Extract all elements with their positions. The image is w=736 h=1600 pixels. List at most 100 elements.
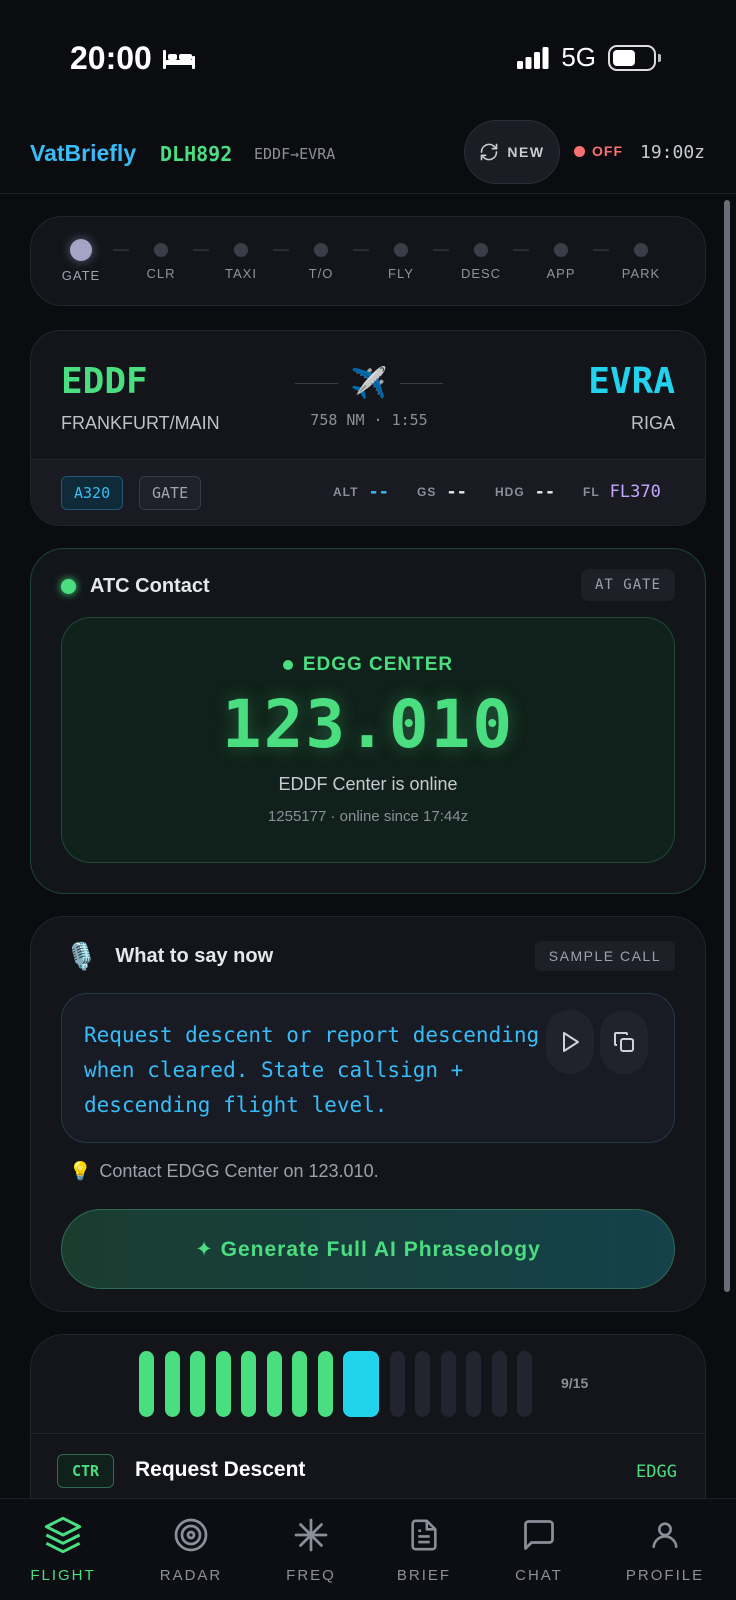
bed-icon	[162, 49, 195, 69]
frequency-box[interactable]: EDGG CENTER 123.010 EDDF Center is onlin…	[61, 617, 675, 863]
tip-label: Contact EDGG Center on 123.010.	[99, 1161, 379, 1181]
phase-park[interactable]: PARK	[601, 237, 681, 281]
tab-radar[interactable]: RADAR	[130, 1515, 252, 1584]
phase-dot	[474, 243, 488, 257]
gs-label: GS	[417, 485, 437, 499]
departure-code: EDDF	[61, 361, 148, 402]
status-dot	[574, 145, 585, 157]
battery-icon	[608, 44, 661, 71]
gs-stat: GS --	[417, 482, 467, 502]
progress-step-bar	[139, 1351, 154, 1417]
phase-taxi[interactable]: TAXI	[201, 237, 281, 281]
arrival-code: EVRA	[588, 361, 675, 402]
radar-icon	[174, 1518, 208, 1552]
progress-step-bar	[517, 1351, 532, 1417]
say-header: 🎙️ What to say now	[65, 941, 273, 972]
lightbulb-icon: 💡	[69, 1161, 92, 1181]
scrollbar[interactable]	[724, 200, 730, 1292]
online-dot	[61, 579, 76, 594]
phraseology-text: Request descent or report descending whe…	[84, 1023, 540, 1117]
phase-label: FLY	[388, 266, 414, 281]
zulu-time: 19:00z	[640, 142, 706, 163]
phase-label: PARK	[621, 266, 661, 281]
sample-call-badge: SAMPLE CALL	[534, 941, 675, 971]
phase-clr[interactable]: CLR	[121, 237, 201, 281]
tip-text: 💡 Contact EDGG Center on 123.010.	[69, 1161, 379, 1182]
play-button[interactable]	[546, 1010, 594, 1074]
phase-gate[interactable]: GATE	[41, 237, 121, 283]
progress-step-bar	[491, 1351, 507, 1417]
progress-step-bar	[292, 1351, 307, 1417]
phase-label: CLR	[146, 266, 176, 281]
chat-icon	[524, 1520, 554, 1550]
fl-label: FL	[583, 485, 600, 499]
phase-label: TAXI	[225, 266, 257, 281]
route-label: EDDF→EVRA	[254, 145, 336, 163]
step-title: Request Descent	[135, 1458, 306, 1481]
progress-bars	[139, 1351, 532, 1417]
status-indicators: 5G	[517, 42, 661, 73]
progress-counter: 9/15	[561, 1375, 589, 1391]
route-line: ✈️	[295, 367, 443, 400]
station-since-text: 1255177 · online since 17:44z	[267, 808, 469, 825]
tab-label: FLIGHT	[30, 1567, 96, 1584]
progress-step-bar	[215, 1351, 231, 1417]
signal-icon	[517, 46, 549, 69]
layers-icon	[44, 1516, 82, 1554]
station-name: EDGG CENTER	[62, 654, 674, 676]
flight-phase-tracker: GATE CLR TAXI T/O FLY DESC APP PARK	[30, 216, 706, 306]
tab-label: PROFILE	[625, 1567, 705, 1584]
route-card-stats: A320 GATE ALT -- GS -- HDG -- FL FL370	[31, 459, 705, 525]
fl-value: FL370	[609, 482, 661, 502]
status-label: OFF	[592, 143, 623, 159]
gs-value: --	[446, 482, 467, 502]
route-card: EDDF FRANKFURT/MAIN ✈️ 758 NM · 1:55 EVR…	[30, 330, 706, 526]
tab-freq[interactable]: FREQ	[250, 1515, 372, 1584]
app-brand[interactable]: VatBriefly	[30, 140, 136, 167]
facility-type-badge: CTR	[57, 1454, 115, 1488]
say-title: What to say now	[115, 945, 274, 967]
hdg-value: --	[534, 482, 556, 502]
connection-status[interactable]: OFF	[574, 143, 623, 159]
document-icon	[411, 1519, 437, 1551]
phase-fly[interactable]: FLY	[361, 237, 441, 281]
refresh-icon	[481, 143, 498, 161]
status-time: 20:00	[70, 40, 196, 77]
phase-to[interactable]: T/O	[281, 237, 361, 281]
atc-phase-badge: AT GATE	[580, 569, 675, 601]
new-flight-button[interactable]: NEW	[464, 120, 560, 184]
phase-label: T/O	[308, 266, 334, 281]
step-facility: EDGG	[636, 1462, 677, 1482]
progress-step-bar	[164, 1351, 180, 1417]
alt-value: --	[368, 482, 389, 502]
status-bar: 20:00 5G	[0, 0, 736, 110]
frequency-value[interactable]: 123.010	[62, 686, 674, 763]
generate-label: ✦ Generate Full AI Phraseology	[195, 1237, 541, 1261]
app-header: VatBriefly DLH892 EDDF→EVRA NEW OFF 19:0…	[0, 110, 736, 194]
arrival-name: RIGA	[630, 413, 675, 433]
phase-dot	[314, 243, 328, 257]
progress-step-bar	[241, 1351, 256, 1417]
hdg-label: HDG	[495, 485, 525, 499]
progress-step-bar	[389, 1351, 405, 1417]
phase-label: DESC	[460, 266, 502, 281]
tab-profile[interactable]: PROFILE	[604, 1515, 726, 1584]
distance-time: 758 NM · 1:55	[310, 411, 428, 429]
hdg-stat: HDG --	[495, 482, 555, 502]
atc-header: ATC Contact	[61, 575, 210, 598]
tab-brief[interactable]: BRIEF	[363, 1515, 485, 1584]
tab-flight[interactable]: FLIGHT	[2, 1515, 124, 1584]
generate-phraseology-button[interactable]: ✦ Generate Full AI Phraseology	[61, 1209, 675, 1289]
station-label: EDGG CENTER	[302, 654, 454, 675]
phase-label: GATE	[61, 268, 101, 283]
copy-button[interactable]	[600, 1010, 648, 1074]
tab-chat[interactable]: CHAT	[478, 1515, 600, 1584]
phase-app[interactable]: APP	[521, 237, 601, 281]
station-dot	[282, 660, 293, 670]
tab-label: RADAR	[159, 1567, 223, 1584]
phase-dot	[154, 243, 168, 257]
phase-desc[interactable]: DESC	[441, 237, 521, 281]
tab-label: BRIEF	[396, 1567, 452, 1584]
network-label: 5G	[561, 42, 596, 72]
station-online-text: EDDF Center is online	[278, 774, 458, 794]
